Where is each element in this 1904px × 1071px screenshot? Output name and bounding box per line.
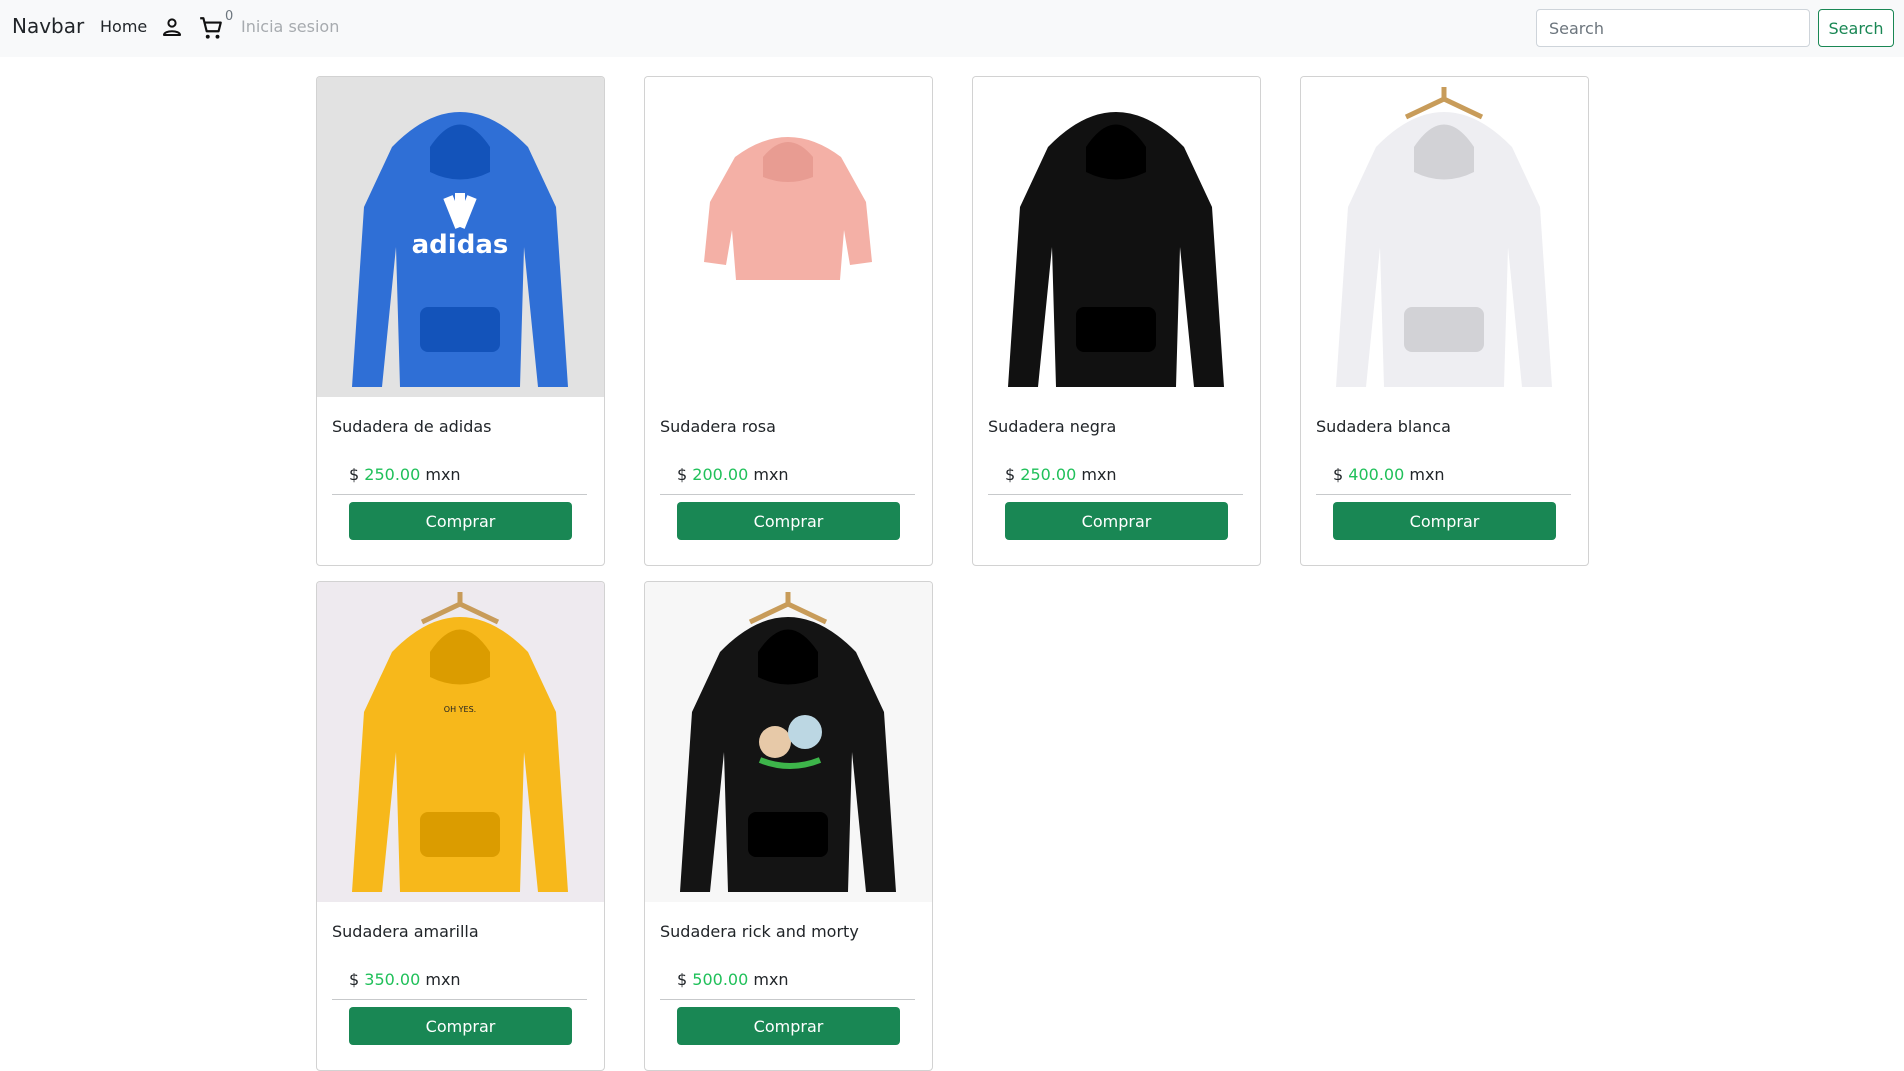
cart-icon[interactable] xyxy=(198,15,224,41)
divider xyxy=(660,999,915,1000)
product-price: $ 500.00 mxn xyxy=(677,970,789,989)
svg-text:adidas: adidas xyxy=(412,230,509,260)
price-amount: 350.00 xyxy=(364,970,421,989)
buy-button[interactable]: Comprar xyxy=(349,1007,572,1045)
person-icon[interactable] xyxy=(160,15,184,39)
price-currency: $ xyxy=(677,970,688,989)
product-card: Sudadera blanca $ 400.00 mxn Comprar xyxy=(1300,76,1589,566)
price-currency: $ xyxy=(1333,465,1344,484)
product-price: $ 250.00 mxn xyxy=(1005,465,1117,484)
divider xyxy=(988,494,1243,495)
product-title: Sudadera amarilla xyxy=(332,922,479,941)
buy-button[interactable]: Comprar xyxy=(1333,502,1556,540)
product-image[interactable] xyxy=(973,77,1260,397)
price-unit: mxn xyxy=(753,465,789,484)
price-unit: mxn xyxy=(425,465,461,484)
navbar: Navbar Home 0 Inicia sesion Search xyxy=(0,0,1904,57)
product-card: Sudadera rosa $ 200.00 mxn Comprar xyxy=(644,76,933,566)
price-amount: 250.00 xyxy=(364,465,421,484)
price-amount: 400.00 xyxy=(1348,465,1405,484)
product-title: Sudadera blanca xyxy=(1316,417,1451,436)
product-card: adidas Sudadera de adidas $ 250.00 mxn Comp… xyxy=(316,76,605,566)
search-button[interactable]: Search xyxy=(1818,9,1894,47)
buy-button[interactable]: Comprar xyxy=(349,502,572,540)
price-amount: 200.00 xyxy=(692,465,749,484)
product-image[interactable] xyxy=(645,582,932,902)
price-unit: mxn xyxy=(753,970,789,989)
price-amount: 250.00 xyxy=(1020,465,1077,484)
divider xyxy=(332,999,587,1000)
product-image[interactable] xyxy=(1301,77,1588,397)
search-input[interactable] xyxy=(1536,9,1810,47)
product-title: Sudadera rick and morty xyxy=(660,922,859,941)
divider xyxy=(1316,494,1571,495)
product-price: $ 400.00 mxn xyxy=(1333,465,1445,484)
price-currency: $ xyxy=(677,465,688,484)
nav-link-login[interactable]: Inicia sesion xyxy=(241,17,339,36)
product-title: Sudadera de adidas xyxy=(332,417,492,436)
svg-text:OH YES.: OH YES. xyxy=(444,705,476,714)
product-image[interactable] xyxy=(645,77,932,397)
buy-button[interactable]: Comprar xyxy=(1005,502,1228,540)
product-card: Sudadera negra $ 250.00 mxn Comprar xyxy=(972,76,1261,566)
product-card: OH YES. Sudadera amarilla $ 350.00 mxn Comp… xyxy=(316,581,605,1071)
cart-count-badge: 0 xyxy=(225,9,234,24)
buy-button[interactable]: Comprar xyxy=(677,502,900,540)
price-currency: $ xyxy=(349,970,360,989)
product-price: $ 200.00 mxn xyxy=(677,465,789,484)
product-card: Sudadera rick and morty $ 500.00 mxn Compr… xyxy=(644,581,933,1071)
price-unit: mxn xyxy=(1409,465,1445,484)
price-amount: 500.00 xyxy=(692,970,749,989)
navbar-brand[interactable]: Navbar xyxy=(12,14,84,38)
product-price: $ 350.00 mxn xyxy=(349,970,461,989)
divider xyxy=(660,494,915,495)
price-unit: mxn xyxy=(425,970,461,989)
price-unit: mxn xyxy=(1081,465,1117,484)
divider xyxy=(332,494,587,495)
price-currency: $ xyxy=(1005,465,1016,484)
product-title: Sudadera negra xyxy=(988,417,1117,436)
buy-button[interactable]: Comprar xyxy=(677,1007,900,1045)
price-currency: $ xyxy=(349,465,360,484)
product-price: $ 250.00 mxn xyxy=(349,465,461,484)
product-title: Sudadera rosa xyxy=(660,417,776,436)
product-image[interactable]: OH YES. xyxy=(317,582,604,902)
product-image[interactable]: adidas xyxy=(317,77,604,397)
nav-link-home[interactable]: Home xyxy=(100,17,147,36)
